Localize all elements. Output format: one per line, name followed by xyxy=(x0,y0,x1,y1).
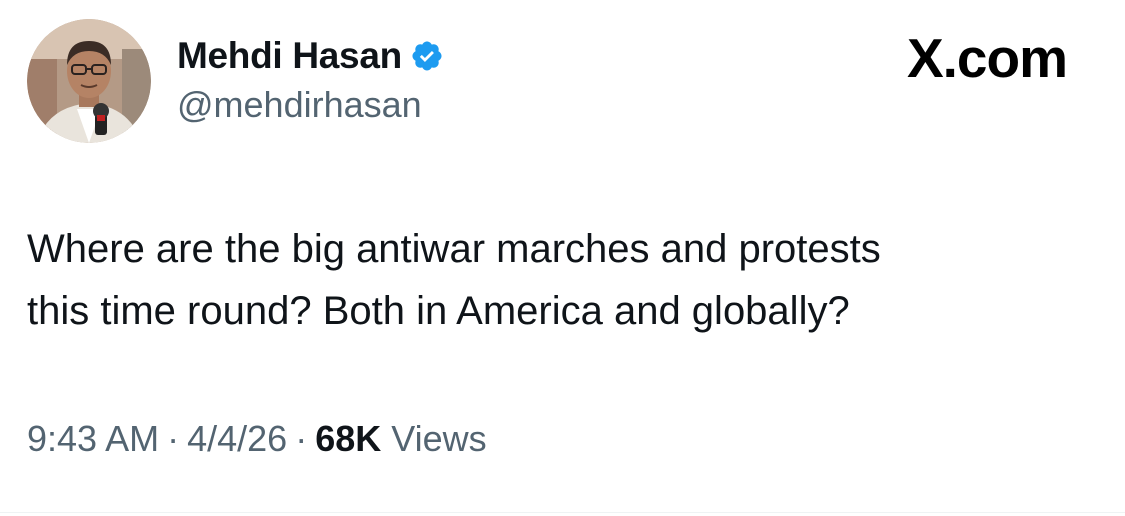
tweet-card: Mehdi Hasan @mehdirhasan X.com Where are… xyxy=(0,0,1125,516)
meta-separator: · xyxy=(295,418,308,459)
divider xyxy=(0,512,1125,513)
name-row: Mehdi Hasan xyxy=(177,30,444,82)
avatar[interactable] xyxy=(27,19,151,143)
author-handle[interactable]: @mehdirhasan xyxy=(177,84,444,126)
views-count: 68K xyxy=(315,418,382,459)
x-com-brand-logo: X.com xyxy=(906,27,1068,89)
views-label: Views xyxy=(391,418,487,459)
meta-separator: · xyxy=(167,418,180,459)
tweet-text-line: this time round? Both in America and glo… xyxy=(27,289,850,333)
tweet-text: Where are the big antiwar marches and pr… xyxy=(27,218,1097,342)
author-display-name[interactable]: Mehdi Hasan xyxy=(177,35,402,77)
tweet-text-line: Where are the big antiwar marches and pr… xyxy=(27,227,881,271)
tweet-meta-row: 9:43 AM · 4/4/26 · 68K Views xyxy=(27,418,487,460)
author-block: Mehdi Hasan @mehdirhasan xyxy=(177,30,444,126)
avatar-image xyxy=(27,19,151,143)
verified-badge-icon xyxy=(410,39,444,73)
tweet-time[interactable]: 9:43 AM xyxy=(27,418,159,460)
tweet-date[interactable]: 4/4/26 xyxy=(187,418,287,460)
